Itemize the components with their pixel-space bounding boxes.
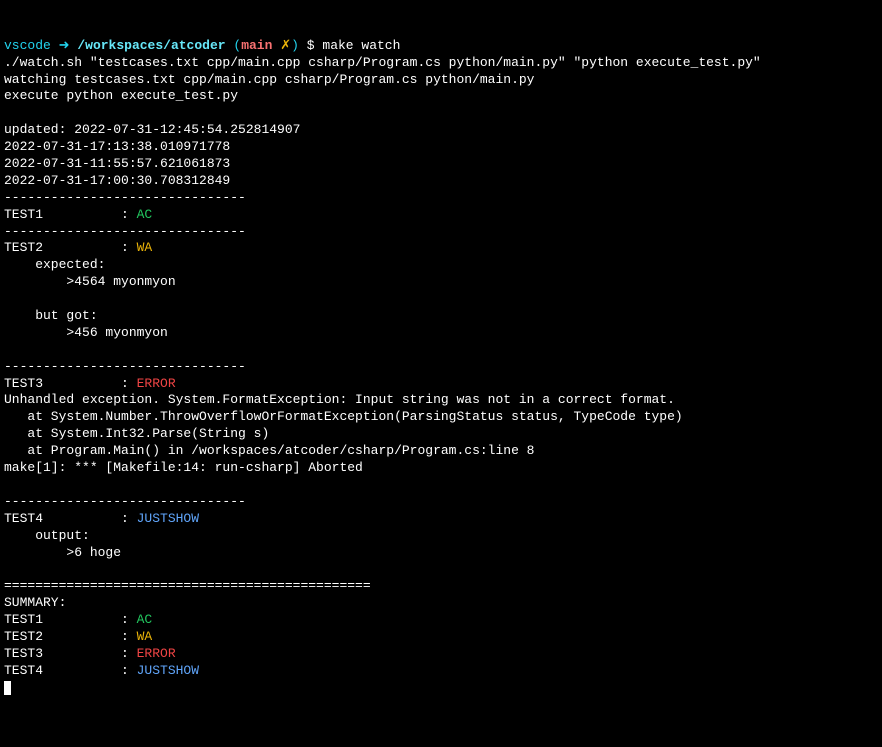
summary-row: TEST2 : WA [4,629,152,644]
separator-dash: ------------------------------- [4,224,246,239]
test1-row: TEST1 : AC [4,207,152,222]
summary-row: TEST1 : AC [4,612,152,627]
dollar: $ [307,38,315,53]
test-label: TEST3 : [4,376,137,391]
separator-dash: ------------------------------- [4,359,246,374]
summary-row: TEST4 : JUSTSHOW [4,663,199,678]
summary-title: SUMMARY: [4,595,66,610]
arrow-icon: ➜ [59,38,70,53]
timestamp-line: 2022-07-31-11:55:57.621061873 [4,156,230,171]
summary-label: TEST3 : [4,646,137,661]
updated-line: updated: 2022-07-31-12:45:54.252814907 [4,122,300,137]
status-justshow: JUSTSHOW [137,511,199,526]
status-justshow: JUSTSHOW [137,663,199,678]
timestamp-line: 2022-07-31-17:00:30.708312849 [4,173,230,188]
error-line: at System.Number.ThrowOverflowOrFormatEx… [4,409,683,424]
cursor-icon [4,681,11,695]
error-line: at System.Int32.Parse(String s) [4,426,269,441]
error-line: Unhandled exception. System.FormatExcept… [4,392,675,407]
separator-eq: ========================================… [4,578,371,593]
watching-line: watching testcases.txt cpp/main.cpp csha… [4,72,535,87]
command: make watch [322,38,400,53]
butgot-label: but got: [4,308,98,323]
dirty-icon: ✗ [280,38,291,53]
test2-row: TEST2 : WA [4,240,152,255]
summary-row: TEST3 : ERROR [4,646,176,661]
expected-label: expected: [4,257,105,272]
watch-sh-line: ./watch.sh "testcases.txt cpp/main.cpp c… [4,55,761,70]
expected-value: >4564 myonmyon [4,274,176,289]
test3-row: TEST3 : ERROR [4,376,176,391]
execute-line: execute python execute_test.py [4,88,238,103]
error-line: make[1]: *** [Makefile:14: run-csharp] A… [4,460,363,475]
separator-dash: ------------------------------- [4,190,246,205]
test4-row: TEST4 : JUSTSHOW [4,511,199,526]
summary-label: TEST1 : [4,612,137,627]
summary-label: TEST4 : [4,663,137,678]
summary-label: TEST2 : [4,629,137,644]
status-wa: WA [137,629,153,644]
test-label: TEST4 : [4,511,137,526]
separator-dash: ------------------------------- [4,494,246,509]
status-ac: AC [137,612,153,627]
butgot-value: >456 myonmyon [4,325,168,340]
output-label: output: [4,528,90,543]
output-value: >6 hoge [4,545,121,560]
status-wa: WA [137,240,153,255]
prompt-user: vscode [4,38,51,53]
terminal[interactable]: vscode ➜ /workspaces/atcoder (main ✗) $ … [4,38,878,697]
error-line: at Program.Main() in /workspaces/atcoder… [4,443,535,458]
test-label: TEST2 : [4,240,137,255]
branch-close: ) [291,38,299,53]
timestamp-line: 2022-07-31-17:13:38.010971778 [4,139,230,154]
status-ac: AC [137,207,153,222]
prompt: vscode ➜ /workspaces/atcoder (main ✗) $ … [4,38,400,53]
prompt-path: /workspaces/atcoder [77,38,225,53]
status-error: ERROR [137,376,176,391]
branch-name: main [241,38,272,53]
status-error: ERROR [137,646,176,661]
test-label: TEST1 : [4,207,137,222]
